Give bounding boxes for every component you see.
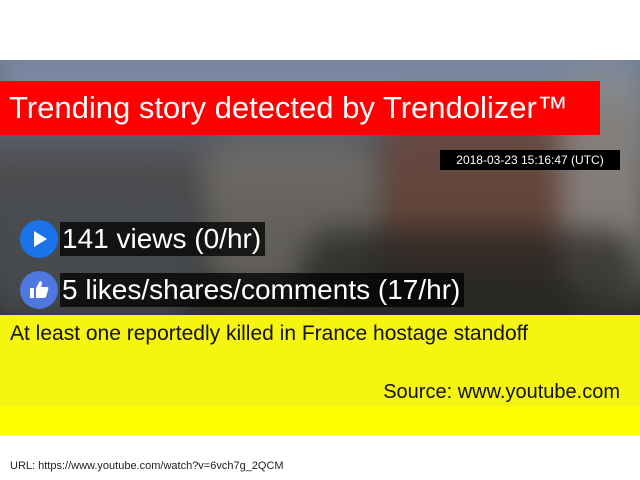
story-panel: At least one reportedly killed in France… [0, 315, 640, 435]
play-icon [20, 220, 58, 258]
engagement-stat: 5 likes/shares/comments (17/hr) [20, 270, 465, 310]
engagement-count: 5 likes/shares/comments (17/hr) [60, 273, 465, 307]
thumbs-up-icon [20, 271, 58, 309]
trending-banner: Trending story detected by Trendolizer™ [0, 81, 600, 135]
views-count: 141 views (0/hr) [60, 222, 266, 256]
story-source[interactable]: Source: www.youtube.com [383, 379, 620, 405]
story-url[interactable]: URL: https://www.youtube.com/watch?v=6vc… [10, 460, 284, 472]
timestamp-badge: 2018-03-23 15:16:47 (UTC) [440, 150, 620, 170]
views-stat: 141 views (0/hr) [20, 219, 266, 259]
story-headline[interactable]: At least one reportedly killed in France… [10, 319, 570, 349]
